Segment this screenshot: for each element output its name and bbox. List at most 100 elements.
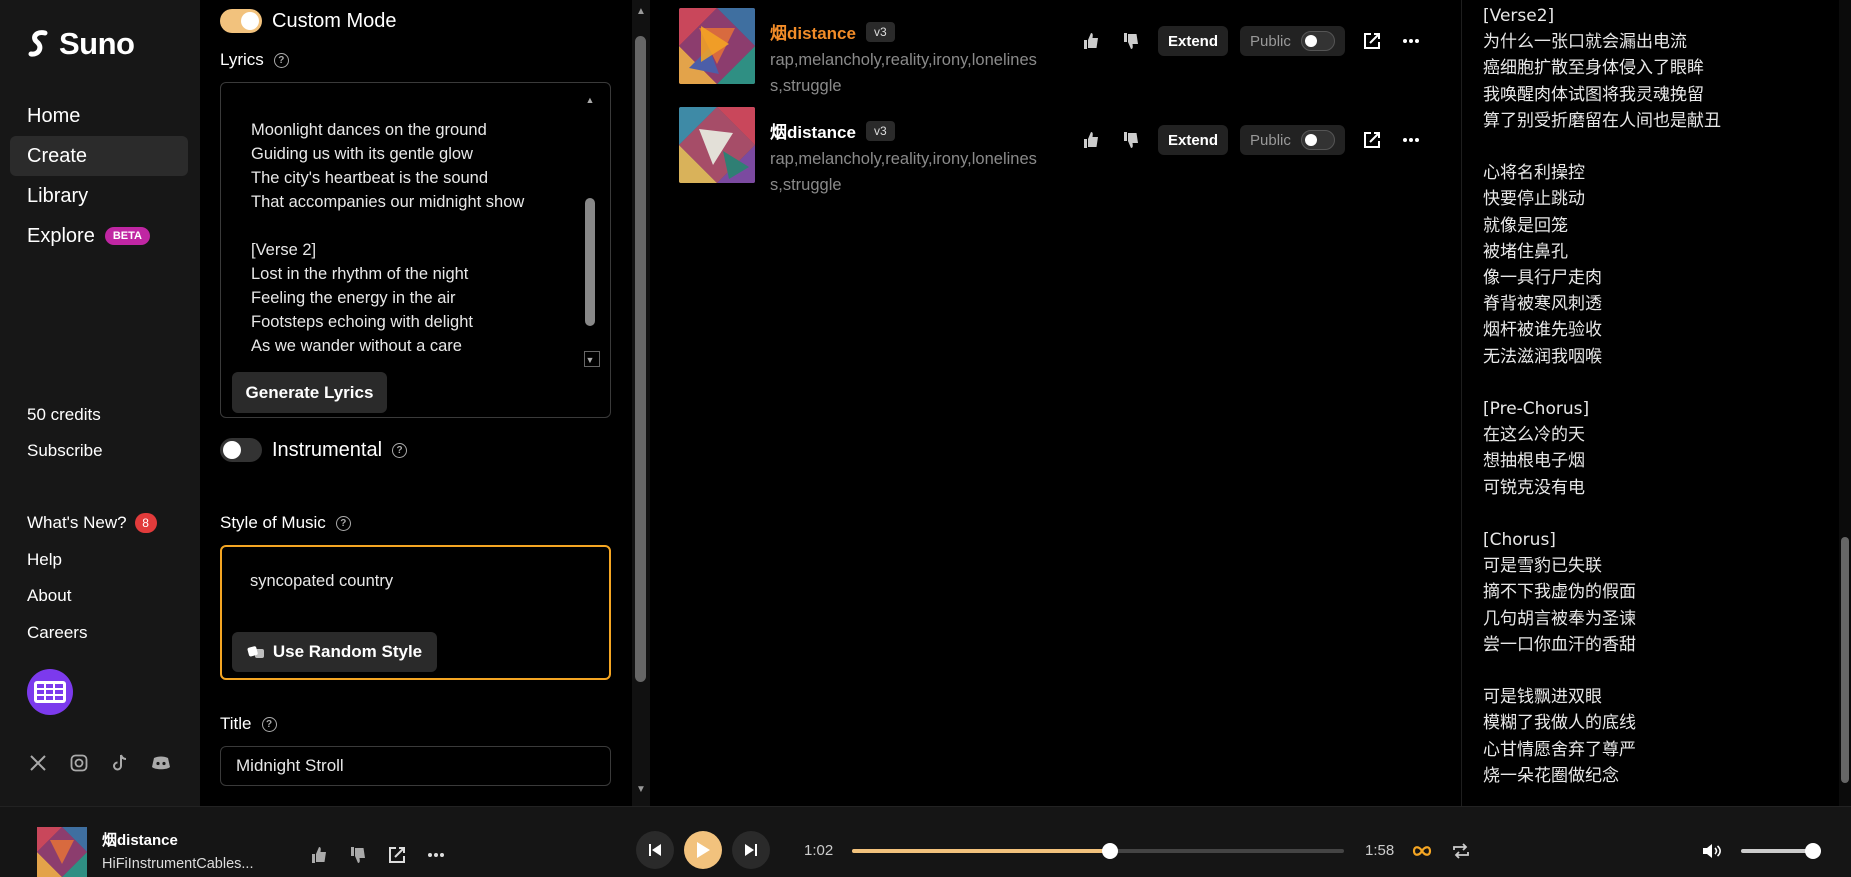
lyrics-label-row: Lyrics ? xyxy=(220,50,289,70)
public-toggle-group[interactable]: Public xyxy=(1240,125,1345,155)
discord-icon[interactable] xyxy=(150,752,172,774)
custom-mode-row: Custom Mode xyxy=(220,9,397,33)
song-title[interactable]: 烟distance xyxy=(770,19,856,44)
thumbs-up-icon[interactable] xyxy=(1079,29,1103,53)
nav-home[interactable]: Home xyxy=(10,96,188,136)
public-toggle[interactable] xyxy=(1300,130,1335,150)
instrumental-help-icon[interactable]: ? xyxy=(392,442,408,458)
volume-handle[interactable] xyxy=(1805,843,1821,859)
nav-create[interactable]: Create xyxy=(10,136,188,176)
careers-label: Careers xyxy=(27,622,88,642)
more-icon[interactable] xyxy=(1399,128,1423,152)
x-icon[interactable] xyxy=(27,752,49,774)
style-value[interactable]: syncopated country xyxy=(250,572,393,591)
volume-icon[interactable] xyxy=(1700,839,1724,863)
extend-button[interactable]: Extend xyxy=(1158,26,1229,56)
song-cover[interactable] xyxy=(679,8,755,84)
scroll-down-icon[interactable]: ▼ xyxy=(632,784,650,795)
song-actions: Extend Public xyxy=(1079,125,1423,155)
title-label-row: Title ? xyxy=(220,714,277,734)
random-style-button[interactable]: Use Random Style xyxy=(232,632,437,672)
more-icon[interactable] xyxy=(424,843,448,867)
lyrics-panel-scroll-thumb[interactable] xyxy=(1841,537,1849,783)
volume-slider[interactable] xyxy=(1741,843,1821,859)
title-help-icon[interactable]: ? xyxy=(261,716,277,732)
style-help-icon[interactable]: ? xyxy=(335,515,351,531)
loop-icon[interactable] xyxy=(1410,839,1434,863)
next-icon[interactable] xyxy=(732,831,770,869)
instrumental-toggle[interactable] xyxy=(220,438,262,462)
play-icon[interactable] xyxy=(684,831,722,869)
tiktok-icon[interactable] xyxy=(109,752,131,774)
thumbs-up-icon[interactable] xyxy=(1079,128,1103,152)
previous-icon[interactable] xyxy=(636,831,674,869)
title-input[interactable]: Midnight Stroll xyxy=(220,746,611,786)
scroll-up-icon[interactable]: ▲ xyxy=(632,6,650,17)
about-link[interactable]: About xyxy=(27,578,157,615)
instrumental-label: Instrumental xyxy=(272,438,383,461)
song-list: 烟distance v3 rap,melancholy,reality,iron… xyxy=(650,0,1460,806)
more-icon[interactable] xyxy=(1399,29,1423,53)
thumbs-down-icon[interactable] xyxy=(346,843,370,867)
nav-explore[interactable]: Explore BETA xyxy=(10,216,188,256)
custom-mode-toggle[interactable] xyxy=(220,9,262,33)
logo[interactable]: Suno xyxy=(27,26,135,62)
custom-mode-label: Custom Mode xyxy=(272,9,397,32)
lyrics-panel-scrollbar[interactable] xyxy=(1839,0,1851,806)
player-bar: 烟distance HiFiInstrumentCables... xyxy=(0,806,1851,877)
create-panel-scrollbar[interactable]: ▲ ▼ xyxy=(632,0,650,806)
title-label: Title xyxy=(220,714,252,733)
instagram-icon[interactable] xyxy=(68,752,90,774)
song-title-row: 烟distance v3 xyxy=(770,19,895,44)
current-time: 1:02 xyxy=(804,842,834,859)
lyrics-scrollbar[interactable]: ▲ ▼ xyxy=(584,95,596,365)
play-overlay-icon[interactable] xyxy=(701,26,729,62)
extend-button[interactable]: Extend xyxy=(1158,125,1229,155)
thumbs-down-icon[interactable] xyxy=(1119,128,1143,152)
player-cover[interactable] xyxy=(37,827,87,877)
cover-art-icon xyxy=(37,827,87,877)
create-scroll-thumb[interactable] xyxy=(635,36,646,682)
whats-new-link[interactable]: What's New? 8 xyxy=(27,505,157,542)
nav-library[interactable]: Library xyxy=(10,176,188,216)
song-lyrics-panel: [Verse2] 为什么一张口就会漏出电流 癌细胞扩散至身体侵入了眼眸 我唤醒肉… xyxy=(1461,0,1851,806)
player-actions xyxy=(307,843,448,867)
social-links xyxy=(27,752,172,774)
duration: 1:58 xyxy=(1365,842,1395,859)
lyrics-help-icon[interactable]: ? xyxy=(273,52,289,68)
thumbs-down-icon[interactable] xyxy=(1119,29,1143,53)
song-row[interactable]: 烟distance v3 rap,melancholy,reality,iron… xyxy=(679,107,1459,194)
share-icon[interactable] xyxy=(385,843,409,867)
lyrics-textarea[interactable]: Moonlight dances on the ground Guiding u… xyxy=(220,82,611,418)
progress-fill xyxy=(852,849,1111,853)
nav-home-label: Home xyxy=(27,105,81,127)
nav-create-label: Create xyxy=(27,145,88,167)
player-artist[interactable]: HiFiInstrumentCables... xyxy=(102,856,254,872)
subscribe-link[interactable]: Subscribe xyxy=(27,441,103,461)
notification-badge: 8 xyxy=(134,513,157,534)
avatar[interactable] xyxy=(27,669,73,715)
style-textarea[interactable]: syncopated country Use Random Style xyxy=(220,545,611,680)
thumbs-up-icon[interactable] xyxy=(307,843,331,867)
generate-lyrics-button[interactable]: Generate Lyrics xyxy=(232,372,387,413)
public-toggle[interactable] xyxy=(1300,31,1335,51)
song-title-row: 烟distance v3 xyxy=(770,118,895,143)
help-label: Help xyxy=(27,549,62,569)
nav-library-label: Library xyxy=(27,185,89,207)
share-icon[interactable] xyxy=(1360,29,1384,53)
repeat-icon[interactable] xyxy=(1449,839,1473,863)
resize-handle-icon[interactable] xyxy=(584,351,600,367)
careers-link[interactable]: Careers xyxy=(27,615,157,652)
lyrics-text[interactable]: Moonlight dances on the ground Guiding u… xyxy=(251,118,571,358)
song-cover[interactable] xyxy=(679,107,755,183)
share-icon[interactable] xyxy=(1360,128,1384,152)
public-toggle-group[interactable]: Public xyxy=(1240,26,1345,56)
help-link[interactable]: Help xyxy=(27,542,157,579)
song-row[interactable]: 烟distance v3 rap,melancholy,reality,iron… xyxy=(679,8,1459,95)
version-badge: v3 xyxy=(865,21,895,42)
player-title[interactable]: 烟distance xyxy=(102,829,178,850)
scroll-up-icon[interactable]: ▲ xyxy=(584,95,596,105)
lyrics-scroll-thumb[interactable] xyxy=(585,198,595,326)
progress-bar[interactable] xyxy=(852,843,1344,859)
song-title[interactable]: 烟distance xyxy=(770,118,856,143)
